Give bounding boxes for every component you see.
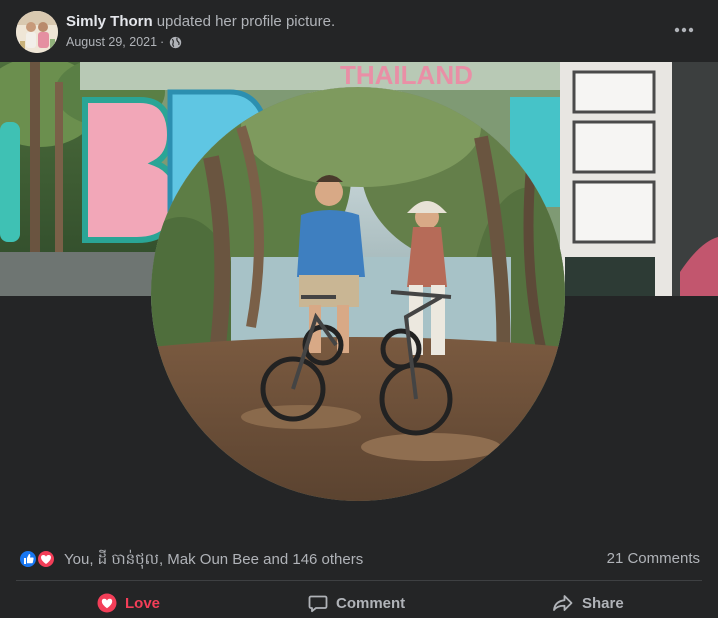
avatar-photo [16,11,58,53]
share-button[interactable]: Share [552,588,624,618]
feed-post: Simly Thorn updated her profile picture. … [0,0,718,618]
post-options-button[interactable] [672,20,696,40]
comments-count[interactable]: 21 Comments [607,550,700,567]
love-icon [97,593,117,613]
post-header: Simly Thorn updated her profile picture. … [0,0,718,62]
share-icon [553,595,573,611]
post-meta: August 29, 2021 · [66,35,182,49]
author-name[interactable]: Simly Thorn [66,13,153,30]
post-title-line: Simly Thorn updated her profile picture. [66,13,335,30]
reaction-summary[interactable]: You, ដី ចាន់ថុល, Mak Oun Bee and 146 oth… [64,550,363,572]
reaction-icons[interactable] [18,549,58,569]
love-icon [36,549,56,569]
profile-picture[interactable] [151,87,565,501]
post-actions: Love Comment Share [0,582,718,618]
comment-label: Comment [336,594,406,612]
love-label: Love [125,594,161,612]
author-avatar[interactable] [16,11,58,53]
reactions-bar: You, ដី ចាន់ថុល, Mak Oun Bee and 146 oth… [0,536,718,582]
globe-icon[interactable] [169,36,182,49]
love-button[interactable]: Love [97,588,160,618]
post-action-text: updated her profile picture. [156,13,336,30]
comment-button[interactable]: Comment [308,588,405,618]
post-date[interactable]: August 29, 2021 [66,35,157,49]
like-icon [18,549,38,569]
comment-icon [308,595,328,613]
divider [16,580,702,581]
profile-photo-image [151,87,565,501]
cover-sign-text: THAILAND [340,62,473,90]
share-label: Share [582,594,624,612]
more-horizontal-icon [674,27,694,33]
meta-separator: · [160,35,165,49]
